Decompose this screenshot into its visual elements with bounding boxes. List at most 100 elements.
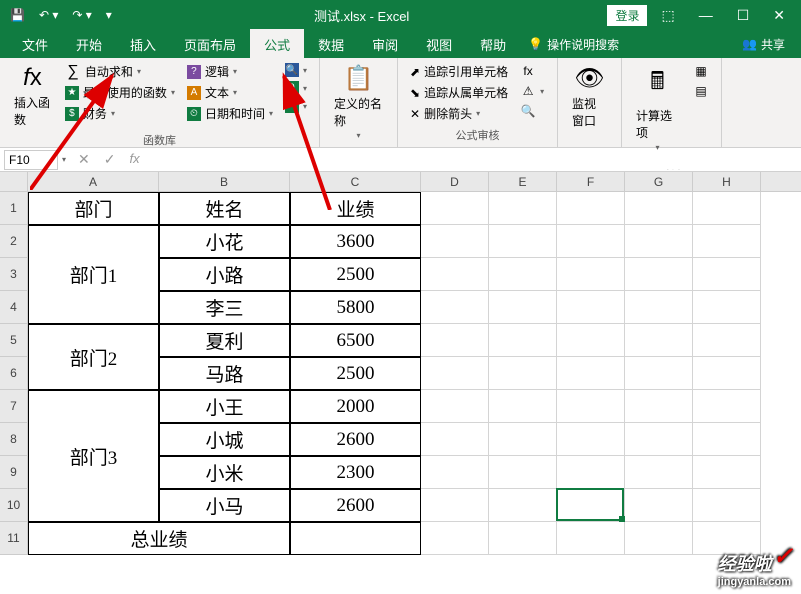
cell[interactable] bbox=[421, 291, 489, 324]
cell[interactable] bbox=[557, 456, 625, 489]
tab-file[interactable]: 文件 bbox=[8, 29, 62, 60]
table-dept-2[interactable]: 部门2 bbox=[28, 324, 159, 390]
minimize-icon[interactable]: — bbox=[689, 3, 723, 27]
fx-button-icon[interactable]: fx bbox=[123, 151, 145, 168]
cell[interactable] bbox=[489, 357, 557, 390]
table-name-7[interactable]: 小米 bbox=[159, 456, 290, 489]
cell[interactable] bbox=[489, 258, 557, 291]
cell[interactable] bbox=[693, 291, 761, 324]
cell[interactable] bbox=[557, 192, 625, 225]
math-button[interactable]: θ▾ bbox=[281, 80, 311, 96]
col-header-E[interactable]: E bbox=[489, 172, 557, 191]
cell[interactable] bbox=[557, 258, 625, 291]
cell[interactable] bbox=[625, 456, 693, 489]
cell[interactable] bbox=[625, 357, 693, 390]
cell[interactable] bbox=[693, 390, 761, 423]
table-header-value[interactable]: 业绩 bbox=[290, 192, 421, 225]
evaluate-button[interactable]: 🔍 bbox=[516, 102, 548, 120]
tab-review[interactable]: 审阅 bbox=[358, 29, 412, 60]
tab-layout[interactable]: 页面布局 bbox=[170, 29, 250, 60]
cell[interactable] bbox=[489, 522, 557, 555]
cell[interactable] bbox=[489, 192, 557, 225]
tell-me-search[interactable]: 💡 操作说明搜索 bbox=[520, 36, 627, 53]
cell[interactable] bbox=[421, 423, 489, 456]
table-value-2[interactable]: 5800 bbox=[290, 291, 421, 324]
trace-dependents-button[interactable]: ⬊追踪从属单元格 bbox=[406, 83, 512, 102]
defined-names-button[interactable]: 📋 定义的名称 ▾ bbox=[328, 62, 389, 142]
cell[interactable] bbox=[625, 390, 693, 423]
cell[interactable] bbox=[557, 291, 625, 324]
logical-button[interactable]: ?逻辑▾ bbox=[183, 62, 277, 81]
cell[interactable] bbox=[693, 489, 761, 522]
row-header-1[interactable]: 1 bbox=[0, 192, 28, 225]
cell[interactable] bbox=[557, 489, 625, 522]
cancel-formula-icon[interactable]: ✕ bbox=[72, 151, 96, 168]
table-value-3[interactable]: 6500 bbox=[290, 324, 421, 357]
col-header-B[interactable]: B bbox=[159, 172, 290, 191]
tab-data[interactable]: 数据 bbox=[304, 29, 358, 60]
cell[interactable] bbox=[693, 225, 761, 258]
error-check-button[interactable]: ⚠▾ bbox=[516, 82, 548, 100]
table-name-8[interactable]: 小马 bbox=[159, 489, 290, 522]
close-icon[interactable]: ✕ bbox=[763, 3, 795, 28]
select-all-corner[interactable] bbox=[0, 172, 28, 191]
cell[interactable] bbox=[489, 390, 557, 423]
cell[interactable] bbox=[421, 390, 489, 423]
tab-home[interactable]: 开始 bbox=[62, 29, 116, 60]
table-name-6[interactable]: 小城 bbox=[159, 423, 290, 456]
cell[interactable] bbox=[421, 456, 489, 489]
cell[interactable] bbox=[625, 192, 693, 225]
accept-formula-icon[interactable]: ✓ bbox=[98, 151, 122, 168]
tab-formulas[interactable]: 公式 bbox=[250, 29, 304, 60]
row-header-8[interactable]: 8 bbox=[0, 423, 28, 456]
table-value-1[interactable]: 2500 bbox=[290, 258, 421, 291]
tab-insert[interactable]: 插入 bbox=[116, 29, 170, 60]
calc-options-button[interactable]: 🖩 计算选项 ▾ bbox=[630, 62, 685, 154]
row-header-5[interactable]: 5 bbox=[0, 324, 28, 357]
cell[interactable] bbox=[421, 522, 489, 555]
row-header-9[interactable]: 9 bbox=[0, 456, 28, 489]
cell[interactable] bbox=[557, 423, 625, 456]
cell[interactable] bbox=[693, 258, 761, 291]
save-icon[interactable]: 💾 bbox=[6, 6, 29, 24]
datetime-button[interactable]: ⏲日期和时间▾ bbox=[183, 104, 277, 123]
col-header-G[interactable]: G bbox=[625, 172, 693, 191]
watch-window-button[interactable]: 👁 监视窗口 bbox=[566, 62, 613, 131]
cell[interactable] bbox=[421, 324, 489, 357]
insert-function-button[interactable]: fx 插入函数 bbox=[8, 62, 57, 130]
row-header-3[interactable]: 3 bbox=[0, 258, 28, 291]
cell[interactable] bbox=[489, 456, 557, 489]
cell[interactable] bbox=[421, 357, 489, 390]
col-header-H[interactable]: H bbox=[693, 172, 761, 191]
tab-help[interactable]: 帮助 bbox=[466, 29, 520, 60]
table-value-8[interactable]: 2600 bbox=[290, 489, 421, 522]
formula-input[interactable] bbox=[152, 150, 801, 169]
cell[interactable] bbox=[625, 522, 693, 555]
cell[interactable] bbox=[421, 489, 489, 522]
redo-icon[interactable]: ↷ ▾ bbox=[68, 6, 95, 24]
table-name-3[interactable]: 夏利 bbox=[159, 324, 290, 357]
cell[interactable] bbox=[557, 522, 625, 555]
cell[interactable] bbox=[625, 423, 693, 456]
row-header-2[interactable]: 2 bbox=[0, 225, 28, 258]
calc-sheet-button[interactable]: ▤ bbox=[689, 82, 713, 100]
table-value-6[interactable]: 2600 bbox=[290, 423, 421, 456]
cell[interactable] bbox=[489, 423, 557, 456]
cell[interactable] bbox=[625, 225, 693, 258]
col-header-D[interactable]: D bbox=[421, 172, 489, 191]
table-value-4[interactable]: 2500 bbox=[290, 357, 421, 390]
cell[interactable] bbox=[693, 192, 761, 225]
table-value-5[interactable]: 2000 bbox=[290, 390, 421, 423]
table-dept-1[interactable]: 部门1 bbox=[28, 225, 159, 324]
row-header-7[interactable]: 7 bbox=[0, 390, 28, 423]
cell[interactable] bbox=[625, 258, 693, 291]
cell[interactable] bbox=[693, 456, 761, 489]
cell[interactable] bbox=[693, 324, 761, 357]
share-button[interactable]: 👥 共享 bbox=[734, 36, 793, 53]
cell[interactable] bbox=[557, 324, 625, 357]
cell[interactable] bbox=[625, 291, 693, 324]
name-box[interactable] bbox=[4, 150, 58, 170]
autosum-button[interactable]: ∑自动求和▾ bbox=[61, 62, 179, 81]
more-functions-button[interactable]: ⋯▾ bbox=[281, 98, 311, 114]
undo-icon[interactable]: ↶ ▾ bbox=[35, 6, 62, 24]
